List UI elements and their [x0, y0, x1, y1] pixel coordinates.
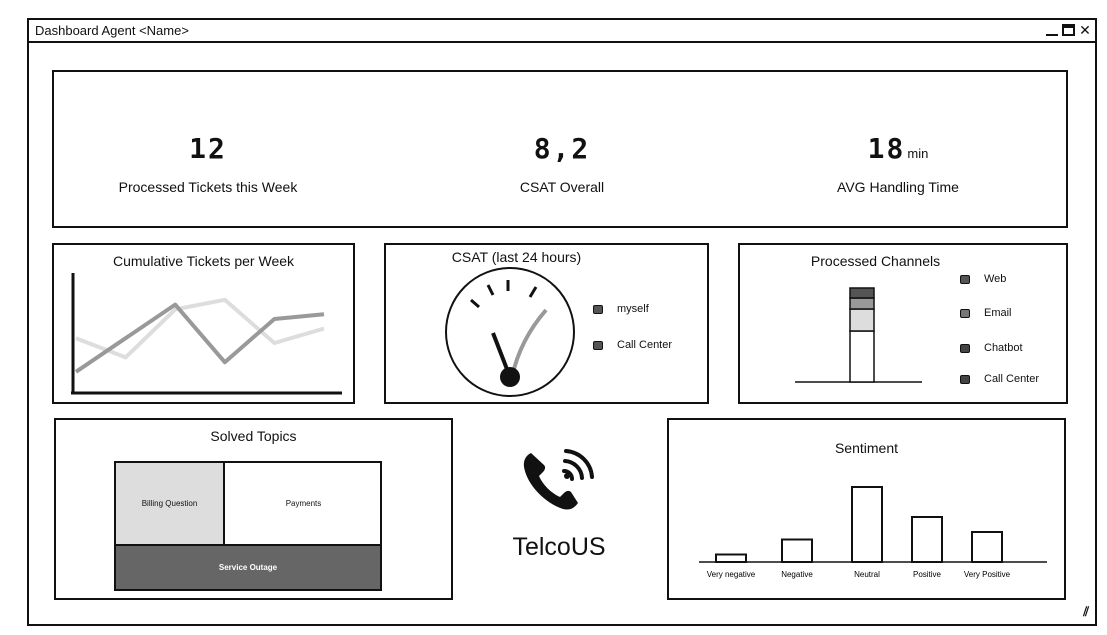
window-title: Dashboard Agent <Name>: [35, 23, 189, 38]
legend-label: Web: [984, 273, 1007, 285]
treemap-cell-billing[interactable]: Billing Question: [116, 463, 225, 544]
treemap-label: Service Outage: [218, 563, 278, 572]
legend-swatch: [960, 343, 970, 353]
kpi-panel: 12 Processed Tickets this Week 8,2 CSAT …: [52, 70, 1068, 228]
legend-swatch: [960, 374, 970, 384]
cumulative-tickets-panel: Cumulative Tickets per Week: [52, 243, 355, 404]
legend-swatch: [960, 274, 970, 284]
legend-label: Call Center: [617, 339, 673, 351]
treemap: Billing Question Payments Service Outage: [114, 461, 382, 591]
cumulative-tickets-chart: [71, 273, 342, 395]
category-label: Negative: [781, 570, 813, 579]
panel-title: Solved Topics: [210, 428, 297, 444]
gauge-hub: [500, 367, 520, 387]
treemap-label: Billing Question: [141, 499, 198, 508]
window-controls: ✕: [1046, 22, 1091, 38]
legend-label: Chatbot: [984, 342, 1023, 354]
solved-topics-panel: Solved Topics Billing Question Payments …: [54, 418, 453, 600]
segment-call-center: [849, 330, 875, 383]
title-bar: Dashboard Agent <Name> ✕: [29, 20, 1095, 43]
kpi-csat-overall: 8,2 CSAT Overall: [432, 132, 692, 195]
bar-neutral: [851, 486, 883, 563]
legend-item: Chatbot: [960, 342, 1023, 354]
bar-very-negative: [715, 553, 747, 563]
kpi-label: CSAT Overall: [519, 179, 605, 195]
legend-swatch: [593, 340, 603, 350]
legend-item: myself: [593, 303, 649, 315]
legend-label: myself: [617, 303, 649, 315]
kpi-label: AVG Handling Time: [837, 179, 959, 195]
kpi-value: 8,2: [533, 132, 591, 165]
kpi-processed-tickets: 12 Processed Tickets this Week: [78, 132, 338, 195]
legend-swatch: [593, 304, 603, 314]
processed-channels-panel: Processed Channels Web Email Chatbot Cal…: [738, 243, 1068, 404]
csat-gauge: [445, 267, 575, 397]
sentiment-panel: Sentiment Very negative Negative Neutral Po…: [667, 418, 1066, 600]
segment-chatbot: [849, 308, 875, 332]
category-label: Very negative: [707, 570, 756, 579]
maximize-icon[interactable]: [1062, 24, 1075, 36]
bar-negative: [781, 538, 813, 563]
category-label: Neutral: [854, 570, 880, 579]
bar-very-positive: [971, 531, 1003, 563]
category-label: Very Positive: [964, 570, 1011, 579]
legend-item: Call Center: [960, 373, 1039, 385]
legend-item: Call Center: [593, 339, 672, 351]
legend-label: Call Center: [984, 373, 1040, 385]
channels-stacked-bar: [795, 287, 922, 383]
brand-name: TelcoUS: [512, 533, 606, 561]
treemap-cell-payments[interactable]: Payments: [227, 463, 380, 544]
treemap-label: Payments: [285, 499, 322, 508]
category-label: Positive: [913, 570, 942, 579]
csat-24h-panel: CSAT (last 24 hours) myself Call Center: [384, 243, 709, 404]
sentiment-chart: Very negative Negative Neutral Positive Very…: [699, 486, 1047, 579]
legend-swatch: [960, 308, 970, 318]
bar-positive: [911, 516, 943, 563]
app-window: Dashboard Agent <Name> ✕ 12 Processed Ti…: [27, 18, 1097, 626]
kpi-unit: min: [907, 146, 929, 161]
phone-ringing-icon: [523, 449, 594, 510]
legend-label: Email: [984, 307, 1012, 319]
kpi-value: 12: [189, 132, 227, 165]
segment-web: [849, 287, 875, 299]
kpi-value: 18: [867, 132, 906, 165]
brand-logo: TelcoUS: [499, 445, 619, 565]
kpi-label: Processed Tickets this Week: [118, 179, 298, 195]
close-icon[interactable]: ✕: [1079, 22, 1091, 38]
legend-item: Web: [960, 273, 1006, 285]
treemap-cell-service-outage[interactable]: Service Outage: [116, 544, 380, 589]
segment-email: [849, 297, 875, 310]
kpi-avg-handling-time: 18 min AVG Handling Time: [768, 132, 1028, 195]
minimize-icon[interactable]: [1046, 22, 1058, 38]
resize-grip-icon[interactable]: ⫽: [1083, 604, 1089, 620]
legend-item: Email: [960, 307, 1012, 319]
